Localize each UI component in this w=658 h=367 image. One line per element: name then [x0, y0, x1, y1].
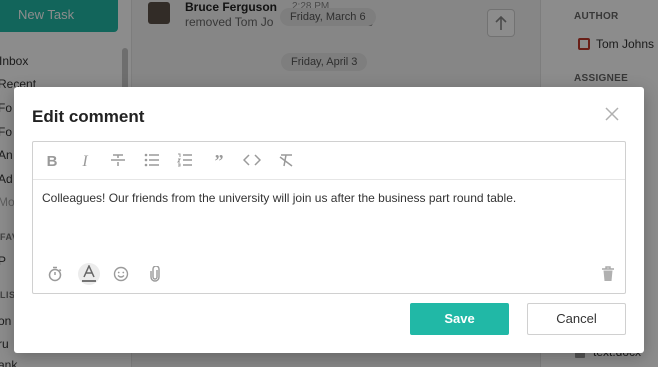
- formatting-toolbar: B I ”: [33, 142, 625, 180]
- cancel-button[interactable]: Cancel: [527, 303, 626, 335]
- trash-icon: [602, 266, 614, 281]
- strikethrough-icon: [111, 154, 125, 166]
- edit-comment-dialog: Edit comment B I ” Colleagues! Our frien…: [14, 87, 644, 353]
- italic-button[interactable]: I: [76, 152, 94, 170]
- clear-format-icon: [279, 154, 293, 167]
- bulleted-list-icon: [144, 153, 159, 167]
- timer-icon: [48, 266, 62, 282]
- bulleted-list-button[interactable]: [143, 152, 161, 170]
- delete-button[interactable]: [599, 266, 617, 284]
- strikethrough-button[interactable]: [109, 152, 127, 170]
- comment-editor[interactable]: B I ” Colleagues! Our friends from the u…: [32, 141, 626, 294]
- clear-format-button[interactable]: [277, 152, 295, 170]
- text-color-icon: [82, 265, 96, 282]
- italic-icon: I: [82, 153, 88, 170]
- emoji-button[interactable]: [112, 266, 130, 284]
- attachment-button[interactable]: [146, 266, 164, 284]
- timer-button[interactable]: [46, 266, 64, 284]
- text-color-button[interactable]: [78, 263, 100, 285]
- numbered-list-icon: [177, 153, 192, 167]
- numbered-list-button[interactable]: [176, 152, 194, 170]
- dialog-title: Edit comment: [32, 107, 145, 126]
- comment-text[interactable]: Colleagues! Our friends from the univers…: [42, 190, 616, 206]
- quote-icon: ”: [214, 151, 224, 171]
- quote-button[interactable]: ”: [210, 152, 228, 170]
- close-icon: [605, 107, 619, 121]
- code-icon: [243, 154, 261, 166]
- attachment-icon: [150, 266, 160, 282]
- save-button[interactable]: Save: [410, 303, 509, 335]
- bold-button[interactable]: B: [43, 152, 61, 170]
- bold-icon: B: [46, 153, 58, 170]
- close-button[interactable]: [603, 105, 621, 123]
- code-button[interactable]: [243, 152, 261, 170]
- emoji-icon: [113, 266, 129, 282]
